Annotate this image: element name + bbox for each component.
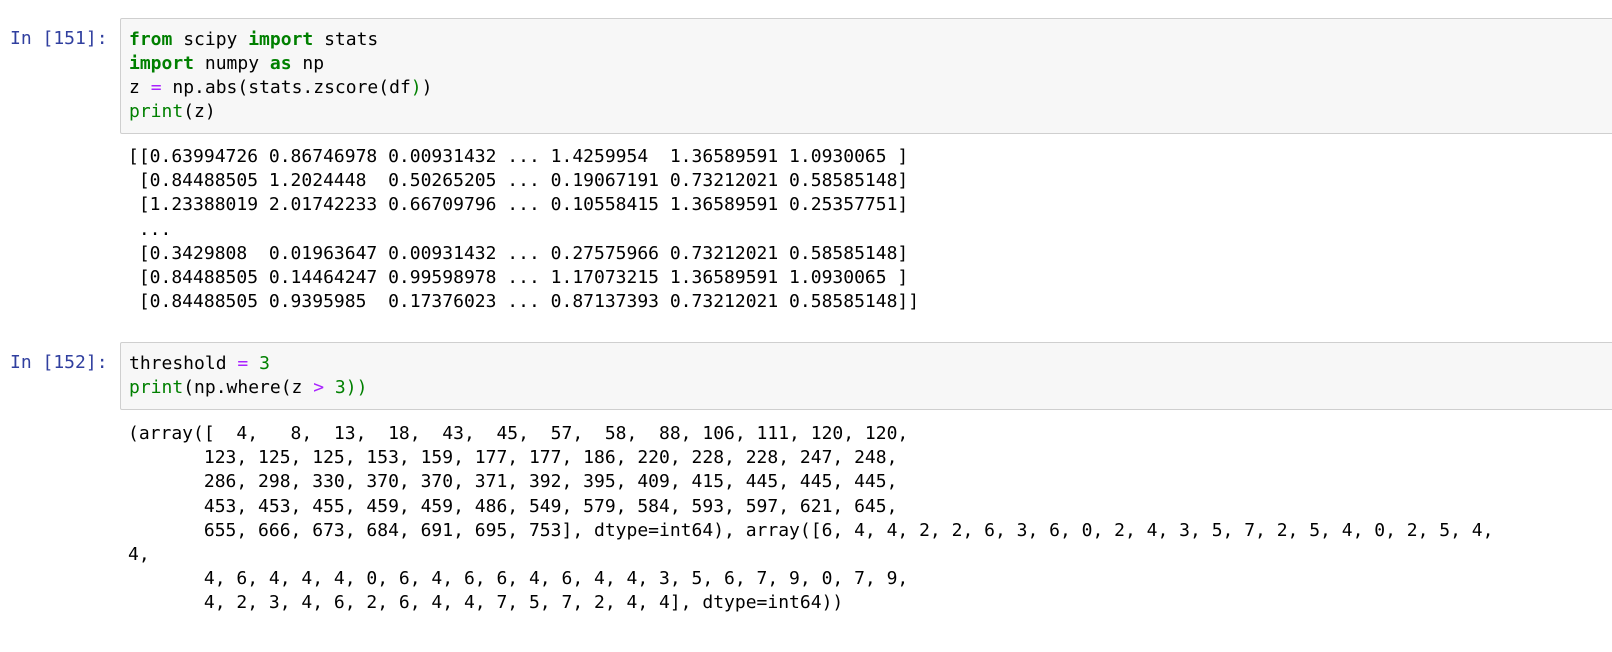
code-token: ): [410, 77, 422, 98]
code-line: z = np.abs(stats.zscore(df)): [129, 76, 1605, 100]
code-input-area[interactable]: from scipy import stats import numpy as n…: [120, 18, 1612, 134]
code-token: import: [248, 29, 314, 50]
code-editor[interactable]: threshold = 3 print(np.where(z > 3)): [129, 352, 1605, 400]
code-token: 3: [334, 377, 346, 398]
output-line: [0.84488505 0.9395985 0.17376023 ... 0.8…: [128, 291, 920, 313]
code-line: from scipy import stats: [129, 28, 1605, 52]
code-line: import numpy as np: [129, 52, 1605, 76]
code-input-area[interactable]: threshold = 3 print(np.where(z > 3)): [120, 342, 1612, 410]
code-token: =: [237, 353, 249, 374]
code-token: print: [129, 377, 184, 398]
code-token: print: [129, 101, 184, 122]
code-token: )): [345, 377, 368, 398]
output-line: [0.84488505 0.14464247 0.99598978 ... 1.…: [128, 266, 909, 288]
code-token: import: [129, 53, 195, 74]
output-line: 286, 298, 330, 370, 370, 371, 392, 395, …: [128, 471, 898, 493]
code-token: =: [150, 77, 162, 98]
code-line: threshold = 3: [129, 352, 1605, 376]
code-token: numpy: [194, 53, 270, 74]
code-token: scipy: [172, 29, 249, 50]
code-line: print(z): [129, 100, 1605, 124]
output-line: 4, 2, 3, 4, 6, 2, 6, 4, 4, 7, 5, 7, 2, 4…: [128, 592, 844, 614]
code-token: np: [291, 53, 325, 74]
input-prompt: In [152]:: [10, 352, 108, 373]
code-token: 3: [259, 353, 270, 374]
code-token: as: [269, 53, 292, 74]
output-line: [[0.63994726 0.86746978 0.00931432 ... 1…: [128, 146, 909, 167]
output-line: (array([ 4, 8, 13, 18, 43, 45, 57, 58, 8…: [128, 423, 909, 444]
code-token: >: [313, 377, 325, 398]
output-line: [1.23388019 2.01742233 0.66709796 ... 0.…: [128, 194, 909, 216]
output-line: [0.3429808 0.01963647 0.00931432 ... 0.2…: [128, 242, 909, 264]
output-line: 4,: [128, 543, 150, 565]
code-token: (np.where(z: [183, 377, 314, 398]
code-token: threshold: [129, 353, 238, 374]
input-prompt: In [151]:: [10, 28, 108, 49]
code-token: (z): [183, 101, 216, 122]
code-editor[interactable]: from scipy import stats import numpy as n…: [129, 28, 1605, 124]
cell-output: (array([ 4, 8, 13, 18, 43, 45, 57, 58, 8…: [128, 422, 1493, 616]
output-line: 453, 453, 455, 459, 459, 486, 549, 579, …: [128, 495, 898, 517]
code-token: z: [129, 77, 151, 98]
output-line: [0.84488505 1.2024448 0.50265205 ... 0.1…: [128, 170, 909, 192]
output-line: ...: [128, 218, 172, 240]
code-token: from: [129, 29, 173, 50]
cell-output: [[0.63994726 0.86746978 0.00931432 ... 1…: [128, 145, 919, 314]
output-line: 4, 6, 4, 4, 4, 0, 6, 4, 6, 6, 4, 6, 4, 4…: [128, 568, 909, 590]
code-token: ): [421, 77, 433, 98]
code-line: print(np.where(z > 3)): [129, 376, 1605, 400]
code-token: stats: [313, 29, 379, 50]
output-line: 655, 666, 673, 684, 691, 695, 753], dtyp…: [128, 519, 1494, 541]
output-line: 123, 125, 125, 153, 159, 177, 177, 186, …: [128, 447, 898, 469]
code-token: np.abs(stats.zscore(df: [161, 77, 411, 98]
